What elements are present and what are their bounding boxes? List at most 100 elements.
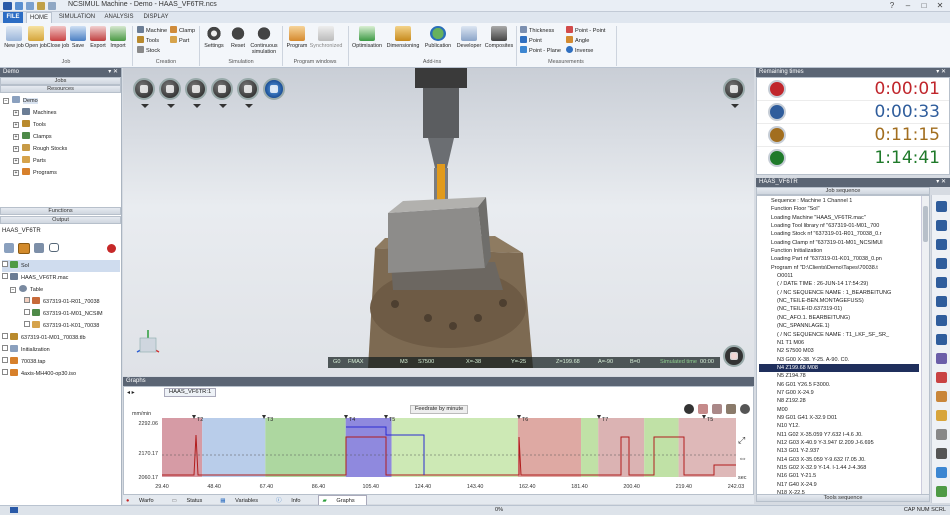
customize-quick-icon[interactable] <box>48 2 56 10</box>
sequence-line[interactable]: N5 Z194.78 <box>759 372 919 380</box>
publication-button[interactable]: Publication <box>422 26 454 49</box>
checkbox[interactable] <box>24 321 30 327</box>
chevron-down-icon[interactable] <box>141 104 149 108</box>
play-icon[interactable] <box>936 277 947 288</box>
tab-file[interactable]: FILE <box>3 12 23 23</box>
point-plane-button[interactable]: Point - Plane <box>520 46 561 55</box>
panel-pin-close-icon[interactable]: ▾ ✕ <box>936 68 946 77</box>
dimensioning-button[interactable]: Dimensioning <box>386 26 420 49</box>
output-item-part[interactable]: 637319-01-K01_70038 <box>2 320 120 332</box>
close-button[interactable]: ✕ <box>932 0 948 11</box>
graph-caption[interactable]: Feedrate by minute <box>410 405 469 414</box>
maximize-button[interactable]: □ <box>916 0 932 11</box>
sequence-line[interactable]: N8 Z192.28 <box>759 397 919 405</box>
checkbox[interactable] <box>24 297 30 303</box>
sequence-line[interactable]: N6 G01 Y26.5 F3000. <box>759 381 919 389</box>
chevron-down-icon[interactable] <box>245 104 253 108</box>
zoom-button[interactable] <box>211 78 233 108</box>
graph-export-icon[interactable] <box>698 404 708 414</box>
view-cube-button[interactable] <box>159 78 181 108</box>
program-view-icon[interactable] <box>18 243 30 254</box>
scrollbar-thumb[interactable] <box>923 206 928 242</box>
pencil-icon[interactable] <box>936 410 947 421</box>
stop-icon[interactable] <box>936 258 947 269</box>
sequence-line[interactable]: N16 G01 Y-21.5 <box>759 472 919 480</box>
options-icon[interactable] <box>936 467 947 478</box>
sequence-line[interactable]: Function Floor "Sol" <box>759 205 919 213</box>
program-button[interactable]: Program <box>285 26 309 49</box>
sequence-line[interactable]: O0011 <box>759 272 919 280</box>
sequence-line[interactable]: ( / NC SEQUENCE NAME : T1_LKF_SF_SR_ <box>759 331 919 339</box>
export-toolbar-icon[interactable] <box>936 486 947 497</box>
sequence-line[interactable]: (NC_TEILE-ID.637319-01) <box>759 305 919 313</box>
job-sequence-header[interactable]: Job sequence <box>756 187 930 195</box>
output-item-stock[interactable]: 637319-01-R01_70038 <box>2 296 120 308</box>
sequence-line[interactable]: N11 G02 X-35.059 Y7.632 I-4.6 J0. <box>759 431 919 439</box>
settings-button[interactable]: Settings <box>202 26 226 49</box>
checkbox[interactable] <box>2 345 8 351</box>
tree-item-tools[interactable]: + Tools <box>3 119 121 131</box>
collapse-icon[interactable]: − <box>10 287 16 293</box>
tree-item-rough-stocks[interactable]: + Rough Stocks <box>3 143 121 155</box>
minimize-button[interactable]: – <box>900 0 916 11</box>
sequence-line[interactable]: Function Initialization <box>759 247 919 255</box>
sequence-line[interactable]: Sequence : Machine 1 Channel 1 <box>759 197 919 205</box>
sequence-line[interactable]: M00 <box>759 406 919 414</box>
sequence-line[interactable]: Loading Clamp nf "637319-01-M01_NCSIMUI <box>759 239 919 247</box>
save-quick-icon[interactable] <box>15 2 23 10</box>
collision-icon[interactable] <box>936 372 947 383</box>
3d-viewport[interactable]: G0 FMAX M3 S7500 X=-38 Y=-25 Z=199.68 A=… <box>123 68 754 376</box>
view-layers-button[interactable] <box>185 78 207 108</box>
job-sequence-list[interactable]: Sequence : Machine 1 Channel 1 Function F… <box>756 195 930 495</box>
sequence-line[interactable]: N13 G01 Y-2.937 <box>759 447 919 455</box>
expand-icon[interactable]: + <box>13 134 19 140</box>
comment-icon[interactable] <box>49 243 59 252</box>
point-point-button[interactable]: Point - Point <box>566 26 605 35</box>
import-button[interactable]: Import <box>106 26 130 49</box>
play-back-icon[interactable] <box>936 239 947 250</box>
sequence-line[interactable]: N14 G03 X-35.059 Y-9.632 I7.05 J0. <box>759 456 919 464</box>
optimisation-button[interactable]: Optimisation <box>350 26 384 49</box>
tree-item-demo[interactable]: − Demo <box>3 95 121 107</box>
view-camera-button[interactable] <box>133 78 155 108</box>
list-view-icon[interactable] <box>34 243 44 253</box>
graph-copy-icon[interactable] <box>726 404 736 414</box>
open-job-button[interactable]: Open job <box>24 26 48 49</box>
checkbox[interactable] <box>2 333 8 339</box>
creation-clamp-button[interactable]: Clamp <box>170 26 195 35</box>
continuous-simulation-button[interactable]: Continuous simulation <box>248 26 280 55</box>
checkbox[interactable] <box>2 357 8 363</box>
panel-pin-close-icon[interactable]: ▾ ✕ <box>936 178 946 187</box>
section-jobs[interactable]: Jobs <box>0 77 121 85</box>
angle-button[interactable]: Angle <box>566 36 589 45</box>
graph-print-icon[interactable] <box>712 404 722 414</box>
tab-analysis[interactable]: ANALYSIS <box>102 12 136 23</box>
rotate-view-button[interactable] <box>263 78 285 100</box>
open-quick-icon[interactable] <box>37 2 45 10</box>
sequence-line[interactable]: (NC_TEILE-BEN.MONTAGEFUSS) <box>759 297 919 305</box>
synchronized-button[interactable]: Synchronized <box>309 26 343 49</box>
stock-compare-icon[interactable] <box>936 391 947 402</box>
output-item-tape[interactable]: 70038.tap <box>2 356 120 368</box>
output-item-table[interactable]: − Table <box>2 284 120 296</box>
sequence-line[interactable]: N4 Z199.68 M08 <box>759 363 919 373</box>
expand-icon[interactable]: + <box>13 158 19 164</box>
undo-quick-icon[interactable] <box>26 2 34 10</box>
chevron-down-icon[interactable] <box>731 104 739 108</box>
creation-part-button[interactable]: Part <box>170 36 189 45</box>
checkbox[interactable] <box>2 369 8 375</box>
panel-pin-close-icon[interactable]: ▾ ✕ <box>108 68 118 77</box>
tools-sequence-header[interactable]: Tools sequence <box>756 494 930 502</box>
creation-stock-button[interactable]: Stock <box>137 46 160 55</box>
step-forward-icon[interactable] <box>936 296 947 307</box>
sequence-line[interactable]: N7 G00 X-24.9 <box>759 389 919 397</box>
creation-machine-button[interactable]: Machine <box>137 26 167 35</box>
sequence-line[interactable]: N10 Y12. <box>759 422 919 430</box>
new-job-button[interactable]: New job <box>2 26 26 49</box>
expand-icon[interactable]: + <box>13 146 19 152</box>
sequence-line[interactable]: N1 T1 M06 <box>759 339 919 347</box>
go-to-end-icon[interactable] <box>936 315 947 326</box>
sequence-line[interactable]: Loading Machine "HAAS_VF6TR.mac" <box>759 214 919 222</box>
record-view-button[interactable] <box>723 345 745 367</box>
fast-forward-icon[interactable] <box>936 334 947 345</box>
